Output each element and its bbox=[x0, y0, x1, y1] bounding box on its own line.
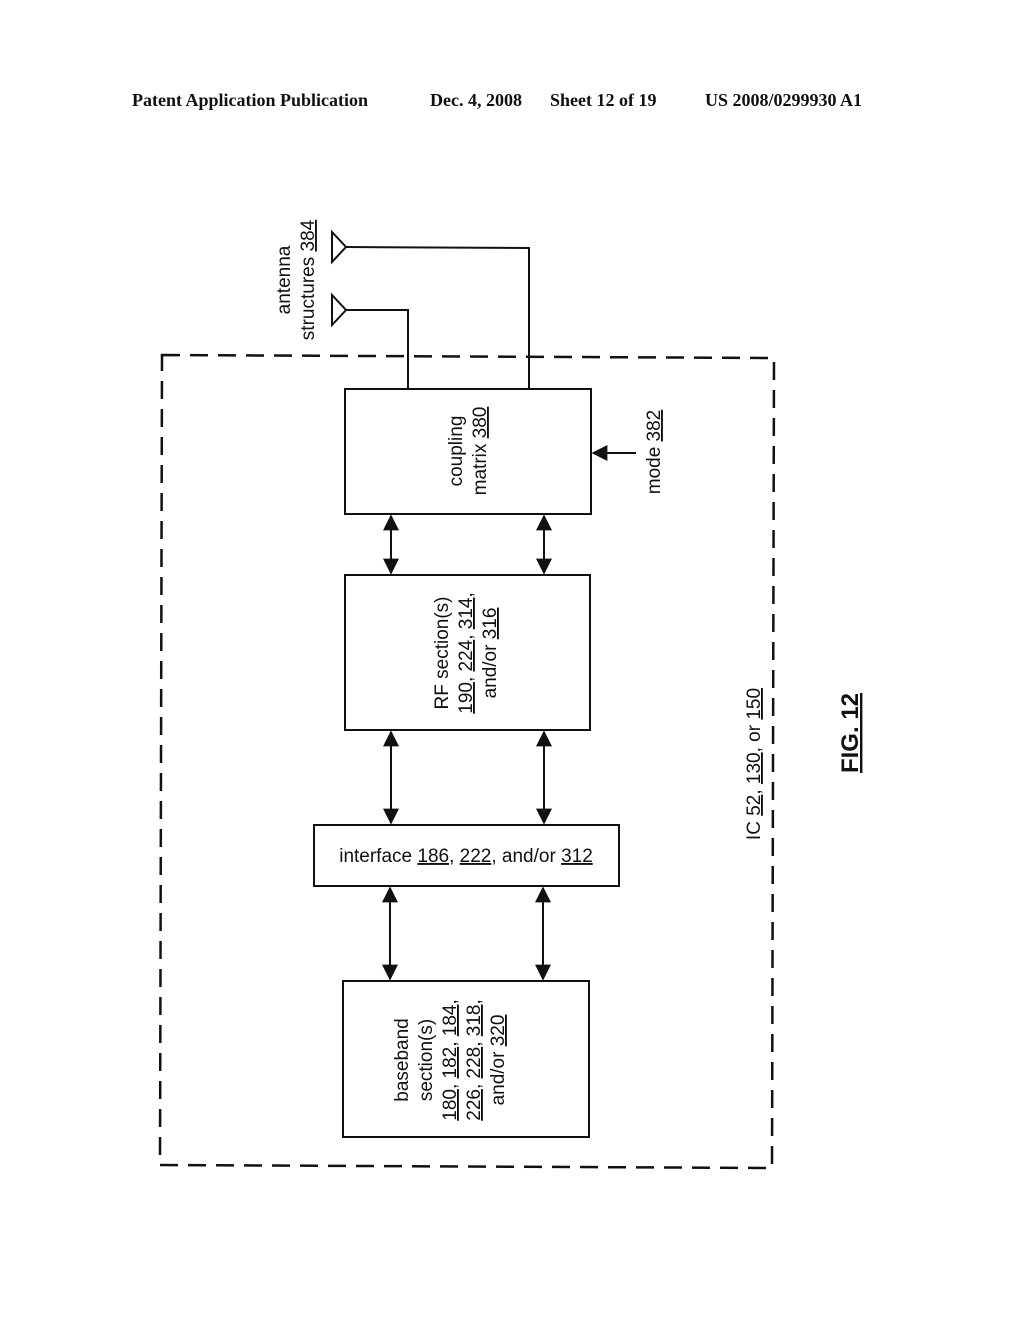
figure-label: FIG. 12 bbox=[837, 693, 864, 773]
ic-label: IC 52, 130, or 150 bbox=[744, 688, 765, 840]
coupling-matrix-block bbox=[344, 388, 592, 515]
antenna-label: antenna structures 384 bbox=[274, 219, 319, 340]
svg-text:matrix 380: matrix 380 bbox=[470, 407, 491, 496]
svg-text:190, 224, 314,: 190, 224, 314, bbox=[456, 592, 477, 714]
svg-text:180, 182, 184,: 180, 182, 184, bbox=[440, 999, 461, 1121]
antenna-icon bbox=[331, 292, 409, 390]
svg-text:FIG. 12: FIG. 12 bbox=[837, 693, 864, 773]
svg-text:RF section(s): RF section(s) bbox=[432, 597, 453, 710]
mode-label: mode 382 bbox=[644, 410, 665, 495]
svg-text:section(s): section(s) bbox=[416, 1019, 437, 1101]
svg-text:226, 228, 318,: 226, 228, 318, bbox=[464, 999, 485, 1121]
svg-text:IC 52, 130, or 150: IC 52, 130, or 150 bbox=[744, 688, 765, 840]
svg-text:and/or 320: and/or 320 bbox=[488, 1015, 509, 1106]
antenna-label-line2: structures 384 bbox=[298, 219, 319, 340]
block-diagram: antenna structures 384 coupling matrix 3… bbox=[158, 219, 864, 1170]
svg-text:and/or 316: and/or 316 bbox=[480, 608, 501, 699]
svg-text:coupling: coupling bbox=[446, 416, 467, 487]
svg-text:baseband: baseband bbox=[392, 1018, 413, 1101]
antenna-label-line1: antenna bbox=[274, 245, 295, 314]
interface-label: interface 186, 222, and/or 312 bbox=[339, 846, 593, 867]
svg-text:mode 382: mode 382 bbox=[644, 410, 665, 495]
rf-section-label: RF section(s) 190, 224, 314, and/or 316 bbox=[432, 592, 501, 714]
